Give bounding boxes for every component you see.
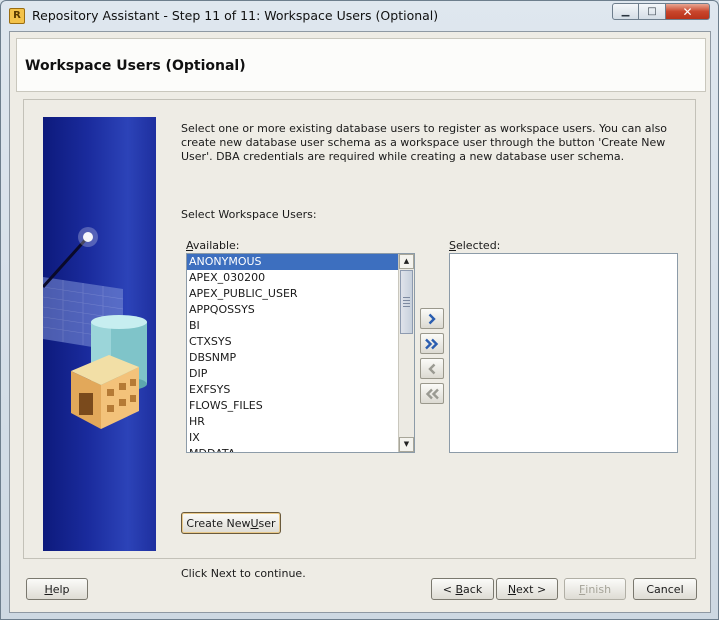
next-button[interactable]: Next > xyxy=(496,578,558,600)
close-icon: ✕ xyxy=(682,4,693,19)
scroll-down-button[interactable]: ▼ xyxy=(399,437,414,452)
help-button[interactable]: Help xyxy=(26,578,88,600)
available-users-items: ANONYMOUS APEX_030200 APEX_PUBLIC_USER APPQ… xyxy=(187,254,399,452)
selected-label: Selected: xyxy=(449,239,500,252)
selected-users-list[interactable] xyxy=(449,253,678,453)
maximize-button[interactable]: □ xyxy=(639,3,666,20)
scroll-up-button[interactable]: ▲ xyxy=(399,254,414,269)
create-user-label-post: ser xyxy=(258,516,276,530)
wizard-side-image xyxy=(43,117,156,551)
list-item[interactable]: APEX_030200 xyxy=(187,270,399,286)
list-item[interactable]: ANONYMOUS xyxy=(187,254,399,270)
cancel-label: Cancel xyxy=(646,582,684,596)
available-label-mnemonic: A xyxy=(186,239,193,252)
grip-icon xyxy=(403,297,410,307)
chevron-right-icon xyxy=(428,313,436,324)
back-button[interactable]: < Back xyxy=(431,578,494,600)
scrollbar-thumb[interactable] xyxy=(400,270,413,334)
double-chevron-right-icon xyxy=(425,338,439,349)
create-user-label-mnemonic: U xyxy=(250,516,259,530)
finish-button[interactable]: Finish xyxy=(564,578,626,600)
intro-text: Select one or more existing database use… xyxy=(181,122,668,163)
list-item[interactable]: IX xyxy=(187,430,399,446)
create-new-user-button[interactable]: Create New User xyxy=(181,512,281,534)
available-label: Available: xyxy=(186,239,240,252)
list-item[interactable]: APPQOSSYS xyxy=(187,302,399,318)
list-item[interactable]: CTXSYS xyxy=(187,334,399,350)
dialog-client-area: Workspace Users (Optional) Select one or… xyxy=(9,31,711,613)
move-all-right-button[interactable] xyxy=(420,333,444,354)
list-item[interactable]: MDDATA xyxy=(187,446,399,452)
maximize-icon: □ xyxy=(647,6,657,17)
list-item[interactable]: HR xyxy=(187,414,399,430)
help-label-mnemonic: H xyxy=(44,582,53,596)
back-label-pre: < xyxy=(442,582,452,596)
triangle-down-icon: ▼ xyxy=(403,440,410,448)
list-item[interactable]: FLOWS_FILES xyxy=(187,398,399,414)
next-label-mnemonic: N xyxy=(507,582,517,596)
move-left-button[interactable] xyxy=(420,358,444,379)
finish-label-post: inish xyxy=(585,582,612,596)
list-item[interactable]: BI xyxy=(187,318,399,334)
available-label-rest: vailable: xyxy=(192,239,240,252)
chevron-left-icon xyxy=(428,363,436,374)
selected-label-rest: elected: xyxy=(455,239,501,252)
content-panel: Select one or more existing database use… xyxy=(23,99,696,580)
window-title: Repository Assistant - Step 11 of 11: Wo… xyxy=(32,8,439,23)
move-all-left-button[interactable] xyxy=(420,383,444,404)
triangle-up-icon: ▲ xyxy=(403,257,410,265)
back-label-post: ack xyxy=(463,582,483,596)
cancel-button[interactable]: Cancel xyxy=(633,578,697,600)
app-icon: R xyxy=(9,8,25,24)
close-button[interactable]: ✕ xyxy=(666,3,710,20)
select-users-label: Select Workspace Users: xyxy=(181,208,317,221)
title-bar[interactable]: R Repository Assistant - Step 11 of 11: … xyxy=(1,1,718,31)
available-users-list[interactable]: ANONYMOUS APEX_030200 APEX_PUBLIC_USER APPQ… xyxy=(186,253,415,453)
continue-note: Click Next to continue. xyxy=(181,567,306,580)
minimize-icon: ▁ xyxy=(621,6,630,17)
dialog-window: R Repository Assistant - Step 11 of 11: … xyxy=(0,0,719,620)
page-title: Workspace Users (Optional) xyxy=(25,58,246,74)
create-user-label-pre: Create New xyxy=(186,516,251,530)
list-item[interactable]: DBSNMP xyxy=(187,350,399,366)
available-list-scrollbar[interactable]: ▲ ▼ xyxy=(398,254,414,452)
help-label-post: elp xyxy=(52,582,70,596)
back-label-mnemonic: B xyxy=(455,582,464,596)
selected-label-mnemonic: S xyxy=(449,239,456,252)
move-right-button[interactable] xyxy=(420,308,444,329)
list-item[interactable]: EXFSYS xyxy=(187,382,399,398)
next-label-post: ext > xyxy=(516,582,547,596)
list-item[interactable]: DIP xyxy=(187,366,399,382)
minimize-button[interactable]: ▁ xyxy=(612,3,639,20)
window-controls: ▁ □ ✕ xyxy=(612,3,710,20)
page-header: Workspace Users (Optional) xyxy=(16,38,706,92)
database-building-illustration-icon xyxy=(43,227,147,429)
double-chevron-left-icon xyxy=(425,388,439,399)
list-item[interactable]: APEX_PUBLIC_USER xyxy=(187,286,399,302)
